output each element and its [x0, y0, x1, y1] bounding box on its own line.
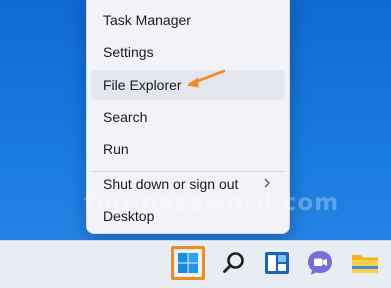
start-button[interactable] — [171, 246, 205, 280]
search-icon — [223, 252, 244, 273]
menu-item-label: File Explorer — [103, 77, 182, 93]
menu-item-label: Shut down or sign out — [103, 176, 239, 192]
search-taskbar-button[interactable] — [217, 246, 251, 280]
annotation-arrow-icon — [187, 69, 226, 88]
file-explorer-icon — [352, 255, 378, 273]
menu-item-settings[interactable]: Settings — [91, 37, 285, 67]
menu-item-label: Search — [103, 109, 148, 125]
file-explorer-taskbar-button[interactable] — [348, 246, 382, 280]
menu-item-label: Run — [103, 141, 129, 157]
chevron-right-icon — [264, 178, 270, 188]
widgets-taskbar-button[interactable] — [260, 246, 294, 280]
menu-item-shut-down-or-sign-out[interactable]: Shut down or sign out — [91, 169, 285, 199]
windows-start-icon — [178, 253, 198, 273]
widgets-icon — [265, 252, 289, 274]
teams-chat-taskbar-button[interactable] — [303, 246, 337, 280]
menu-item-run[interactable]: Run — [91, 134, 285, 164]
winx-context-menu: Task Manager Settings File Explorer Sear… — [86, 0, 290, 234]
taskbar — [0, 240, 391, 288]
menu-item-search[interactable]: Search — [91, 102, 285, 132]
menu-item-label: Desktop — [103, 208, 155, 224]
menu-item-label: Task Manager — [103, 12, 191, 28]
menu-item-task-manager[interactable]: Task Manager — [91, 5, 285, 35]
teams-chat-icon — [308, 251, 332, 275]
menu-item-label: Settings — [103, 44, 154, 60]
menu-item-desktop[interactable]: Desktop — [91, 201, 285, 231]
